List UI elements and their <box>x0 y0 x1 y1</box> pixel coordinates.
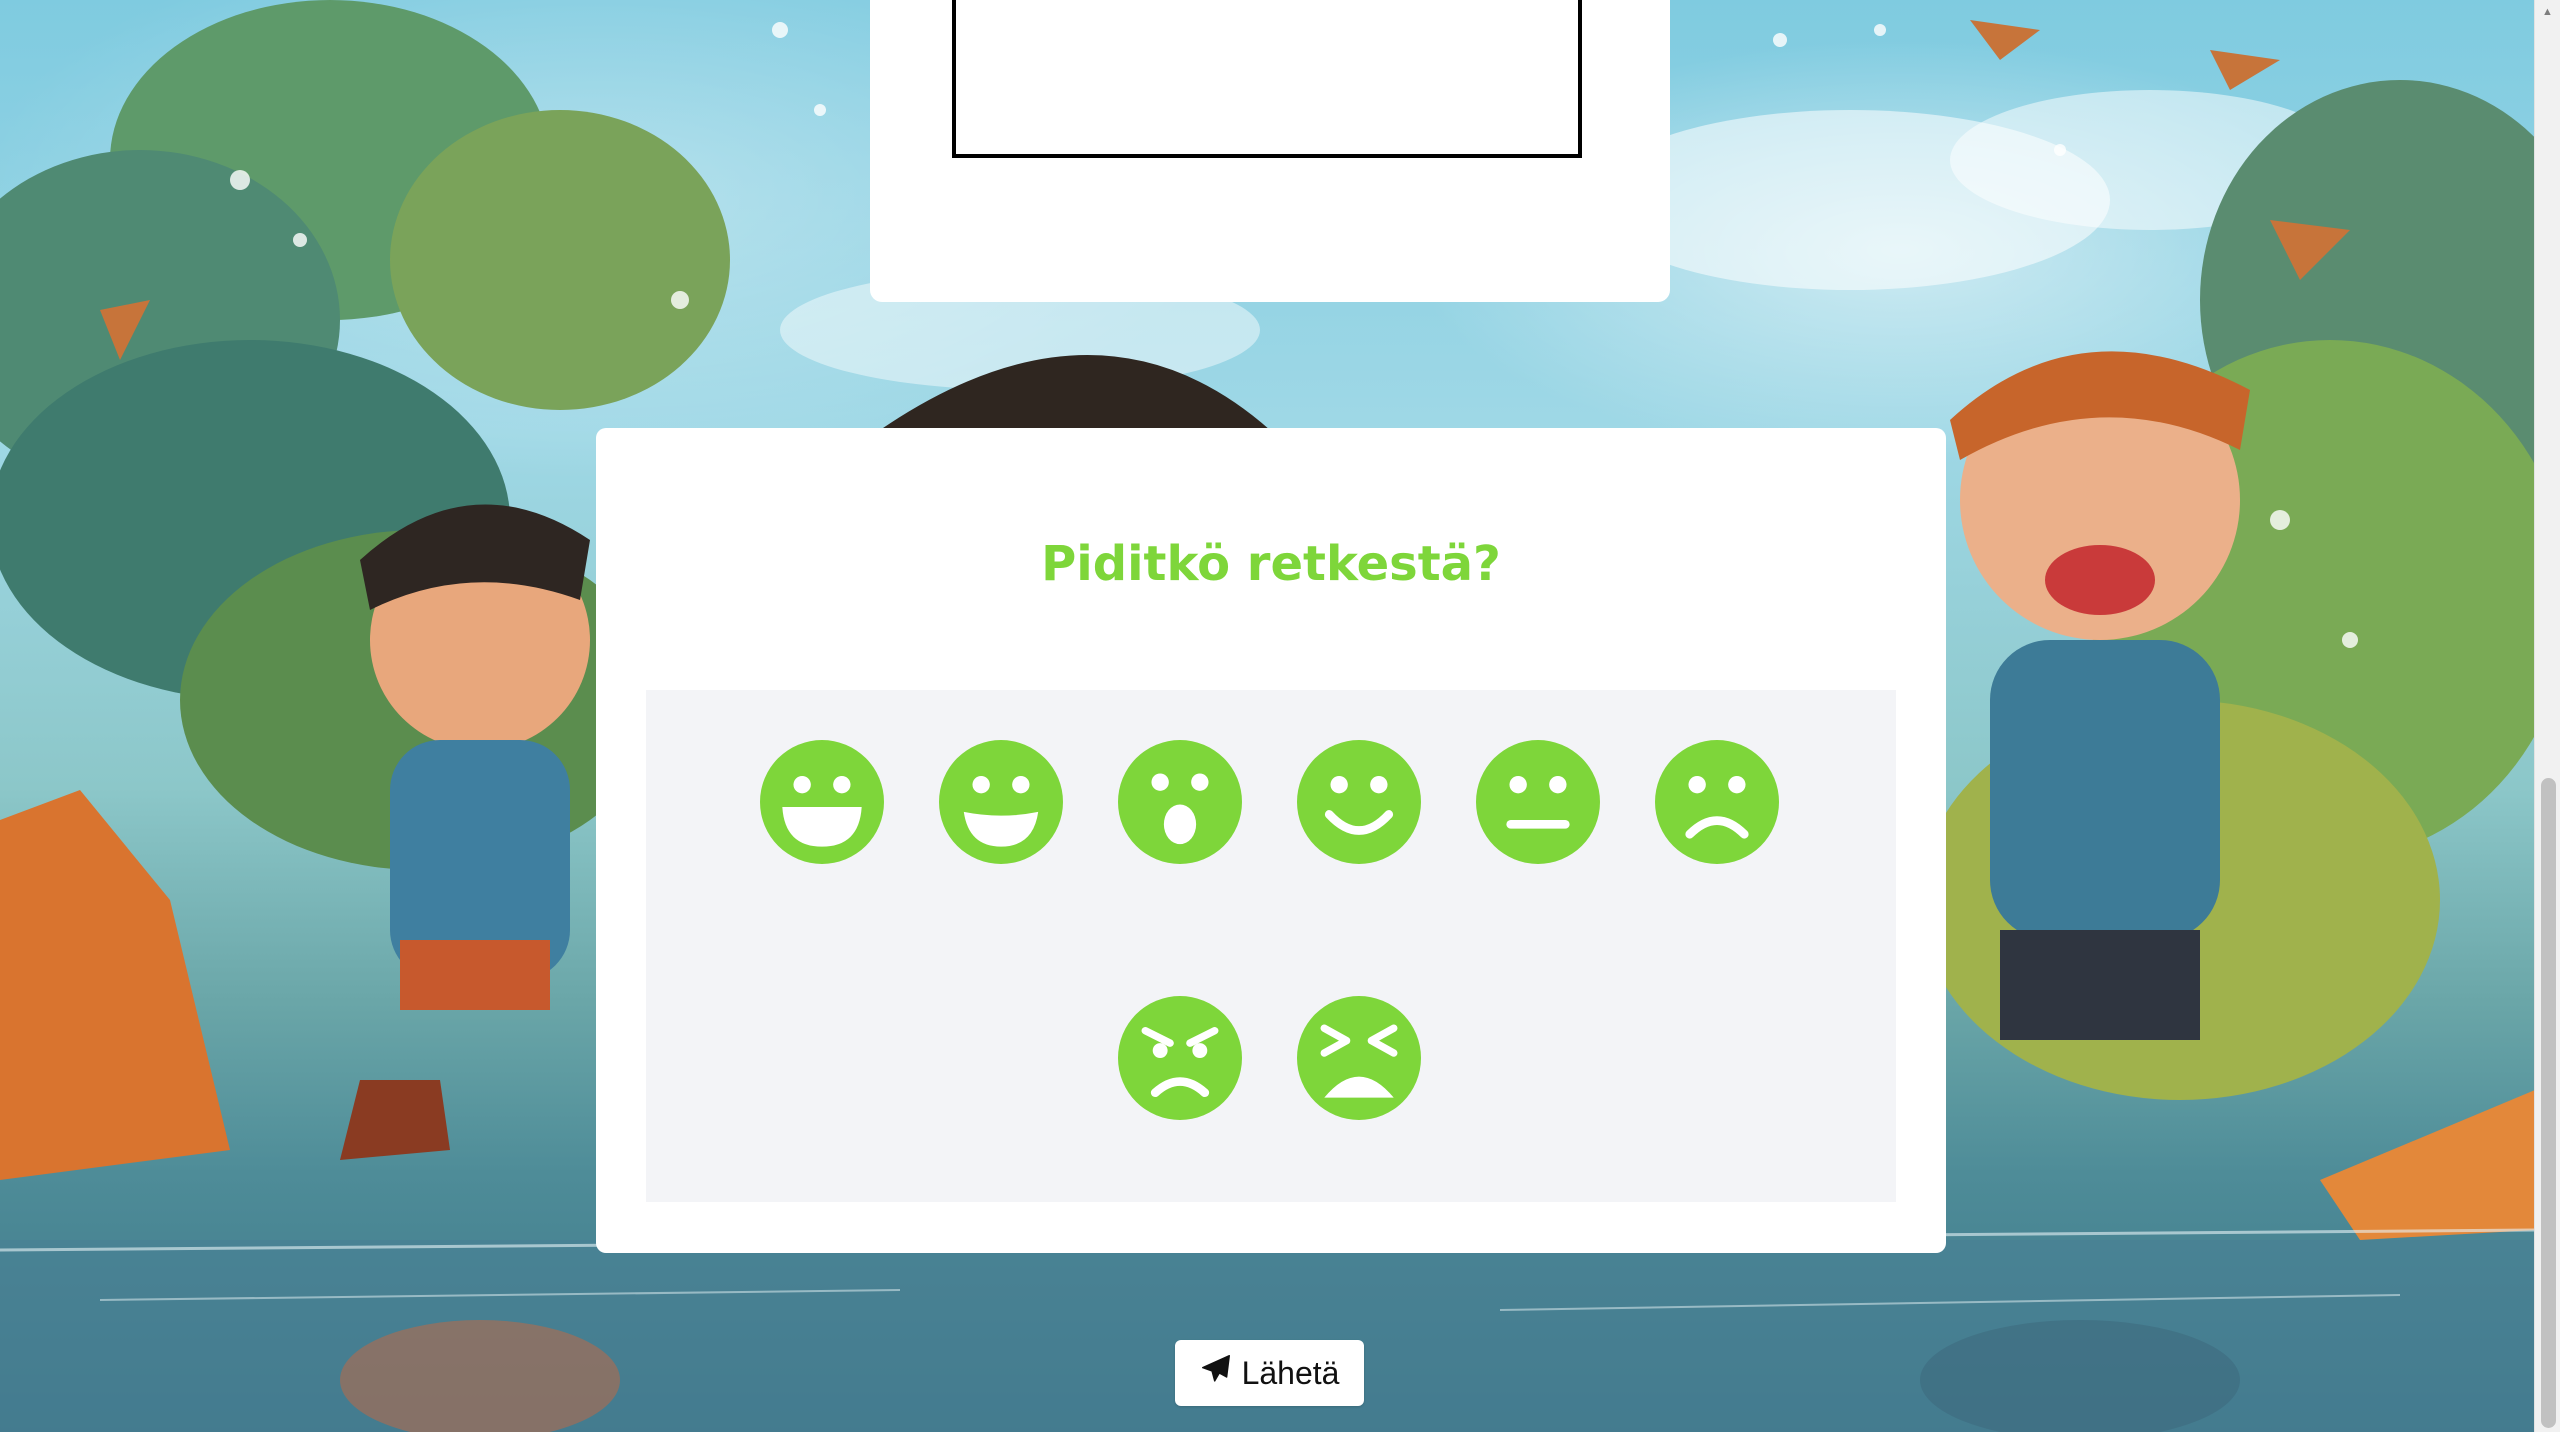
neutral-icon[interactable] <box>1476 740 1600 864</box>
send-button-label: Lähetä <box>1241 1354 1340 1391</box>
tired-icon[interactable] <box>1297 996 1421 1120</box>
surprised-icon[interactable] <box>1118 740 1242 864</box>
question-title: Piditkö retkestä? <box>1041 536 1501 592</box>
scroll-up-arrow-icon[interactable]: ▲ <box>2535 2 2560 22</box>
signature-card <box>870 0 1670 302</box>
question-card: Piditkö retkestä? <box>596 428 1946 1253</box>
smile-icon[interactable] <box>1297 740 1421 864</box>
paper-plane-icon <box>1200 1353 1232 1393</box>
send-button[interactable]: Lähetä <box>1175 1340 1364 1406</box>
grin-big-icon[interactable] <box>760 740 884 864</box>
rating-panel <box>646 690 1896 1202</box>
grin-icon[interactable] <box>939 740 1063 864</box>
scrollbar[interactable]: ▲ <box>2534 0 2560 1432</box>
frown-icon[interactable] <box>1655 740 1779 864</box>
signature-canvas[interactable] <box>952 0 1582 158</box>
scroll-thumb[interactable] <box>2541 778 2556 1428</box>
angry-icon[interactable] <box>1118 996 1242 1120</box>
